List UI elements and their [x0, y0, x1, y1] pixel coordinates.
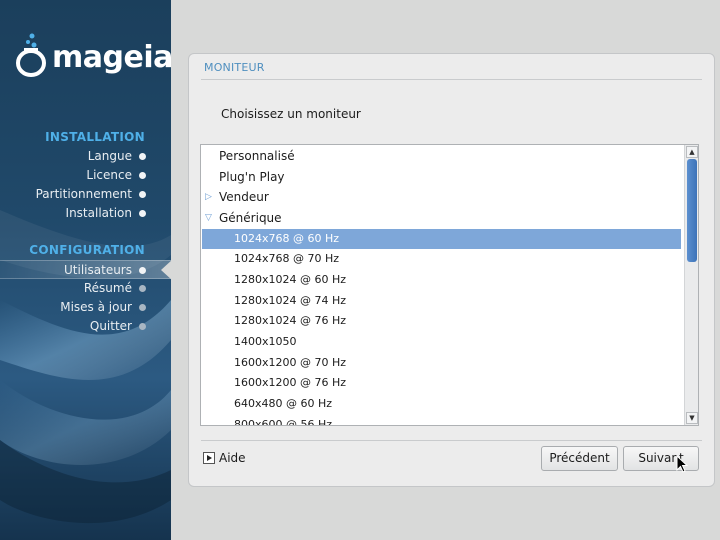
section-title-installation: INSTALLATION: [45, 130, 145, 144]
list-item[interactable]: 640x480 @ 60 Hz: [202, 394, 681, 414]
help-button[interactable]: Aide: [203, 451, 246, 465]
list-item-generique[interactable]: ▽ Générique: [202, 208, 681, 228]
footer-divider: [201, 440, 702, 441]
step-bullet-icon: [139, 172, 146, 179]
list-item[interactable]: 1024x768 @ 70 Hz: [202, 249, 681, 269]
step-label: Mises à jour: [60, 300, 132, 314]
scroll-up-arrow-icon[interactable]: ▲: [686, 146, 698, 158]
expand-arrow-icon[interactable]: ▷: [205, 187, 215, 207]
step-langue: Langue: [0, 147, 171, 166]
list-item-label: 640x480 @ 60 Hz: [234, 397, 333, 410]
list-item[interactable]: 1280x1024 @ 76 Hz: [202, 311, 681, 331]
list-item-label: 1280x1024 @ 60 Hz: [234, 273, 347, 286]
step-bullet-icon: [139, 153, 146, 160]
list-item[interactable]: 1600x1200 @ 70 Hz: [202, 353, 681, 373]
title-divider: [201, 79, 702, 80]
list-item-label: Personnalisé: [219, 149, 295, 163]
step-label: Résumé: [83, 281, 132, 295]
list-item-label: 1400x1050: [234, 335, 297, 348]
list-item-label: 1024x768 @ 70 Hz: [234, 252, 340, 265]
step-installation: Installation: [0, 204, 171, 223]
list-item-label: Plug'n Play: [219, 170, 285, 184]
step-label: Langue: [87, 149, 132, 163]
step-bullet-icon: [139, 267, 146, 274]
help-label: Aide: [219, 451, 246, 465]
prompt-label: Choisissez un moniteur: [221, 107, 361, 121]
step-quitter: Quitter: [0, 317, 171, 336]
section-title-configuration: CONFIGURATION: [29, 243, 145, 257]
logo-wordmark: mageia: [52, 40, 171, 75]
monitor-tree-list[interactable]: Personnalisé Plug'n Play ▷ Vendeur ▽ Génér…: [200, 144, 699, 426]
step-label: Installation: [65, 206, 132, 220]
list-item-label: Générique: [219, 211, 282, 225]
list-item-label: Vendeur: [219, 190, 269, 204]
monitor-panel: MONITEUR Choisissez un moniteur Personna…: [188, 53, 715, 487]
step-bullet-icon: [139, 304, 146, 311]
step-licence: Licence: [0, 166, 171, 185]
list-item-label: 1280x1024 @ 74 Hz: [234, 294, 347, 307]
mageia-cauldron-icon: [16, 33, 46, 77]
step-label: Partitionnement: [35, 187, 132, 201]
scroll-down-arrow-icon[interactable]: ▼: [686, 412, 698, 424]
list-item-plugnplay[interactable]: Plug'n Play: [202, 167, 681, 187]
step-resume: Résumé: [0, 279, 171, 298]
step-bullet-icon: [139, 210, 146, 217]
panel-title: MONITEUR: [204, 61, 265, 74]
help-expand-icon: [203, 452, 215, 464]
list-item[interactable]: 1280x1024 @ 74 Hz: [202, 291, 681, 311]
list-item-vendeur[interactable]: ▷ Vendeur: [202, 187, 681, 207]
step-mises-a-jour: Mises à jour: [0, 298, 171, 317]
list-item[interactable]: 800x600 @ 56 Hz: [202, 415, 681, 426]
sidebar: mageia INSTALLATION Langue Licence Parti…: [0, 0, 171, 540]
step-bullet-icon: [139, 191, 146, 198]
list-item-selected[interactable]: 1024x768 @ 60 Hz: [202, 229, 681, 249]
previous-button[interactable]: Précédent: [541, 446, 618, 471]
step-partitionnement: Partitionnement: [0, 185, 171, 204]
list-item[interactable]: 1280x1024 @ 60 Hz: [202, 270, 681, 290]
step-label: Quitter: [89, 319, 132, 333]
list-item-label: 1280x1024 @ 76 Hz: [234, 314, 347, 327]
mageia-logo: mageia: [14, 30, 171, 80]
step-bullet-icon: [139, 323, 146, 330]
list-item[interactable]: 1400x1050: [202, 332, 681, 352]
step-utilisateurs: Utilisateurs: [0, 260, 171, 280]
scrollbar-thumb[interactable]: [687, 159, 697, 262]
list-item-label: 1024x768 @ 60 Hz: [234, 232, 340, 245]
step-label: Utilisateurs: [64, 263, 132, 277]
list-item[interactable]: 1600x1200 @ 76 Hz: [202, 373, 681, 393]
list-item-label: 800x600 @ 56 Hz: [234, 418, 333, 426]
list-item-label: 1600x1200 @ 70 Hz: [234, 356, 347, 369]
list-scrollbar[interactable]: ▲ ▼: [684, 145, 698, 425]
list-item-personnalise[interactable]: Personnalisé: [202, 146, 681, 166]
step-bullet-icon: [139, 285, 146, 292]
mouse-pointer-icon: [676, 455, 688, 473]
list-item-label: 1600x1200 @ 76 Hz: [234, 376, 347, 389]
collapse-arrow-icon[interactable]: ▽: [205, 208, 215, 228]
step-label: Licence: [86, 168, 132, 182]
